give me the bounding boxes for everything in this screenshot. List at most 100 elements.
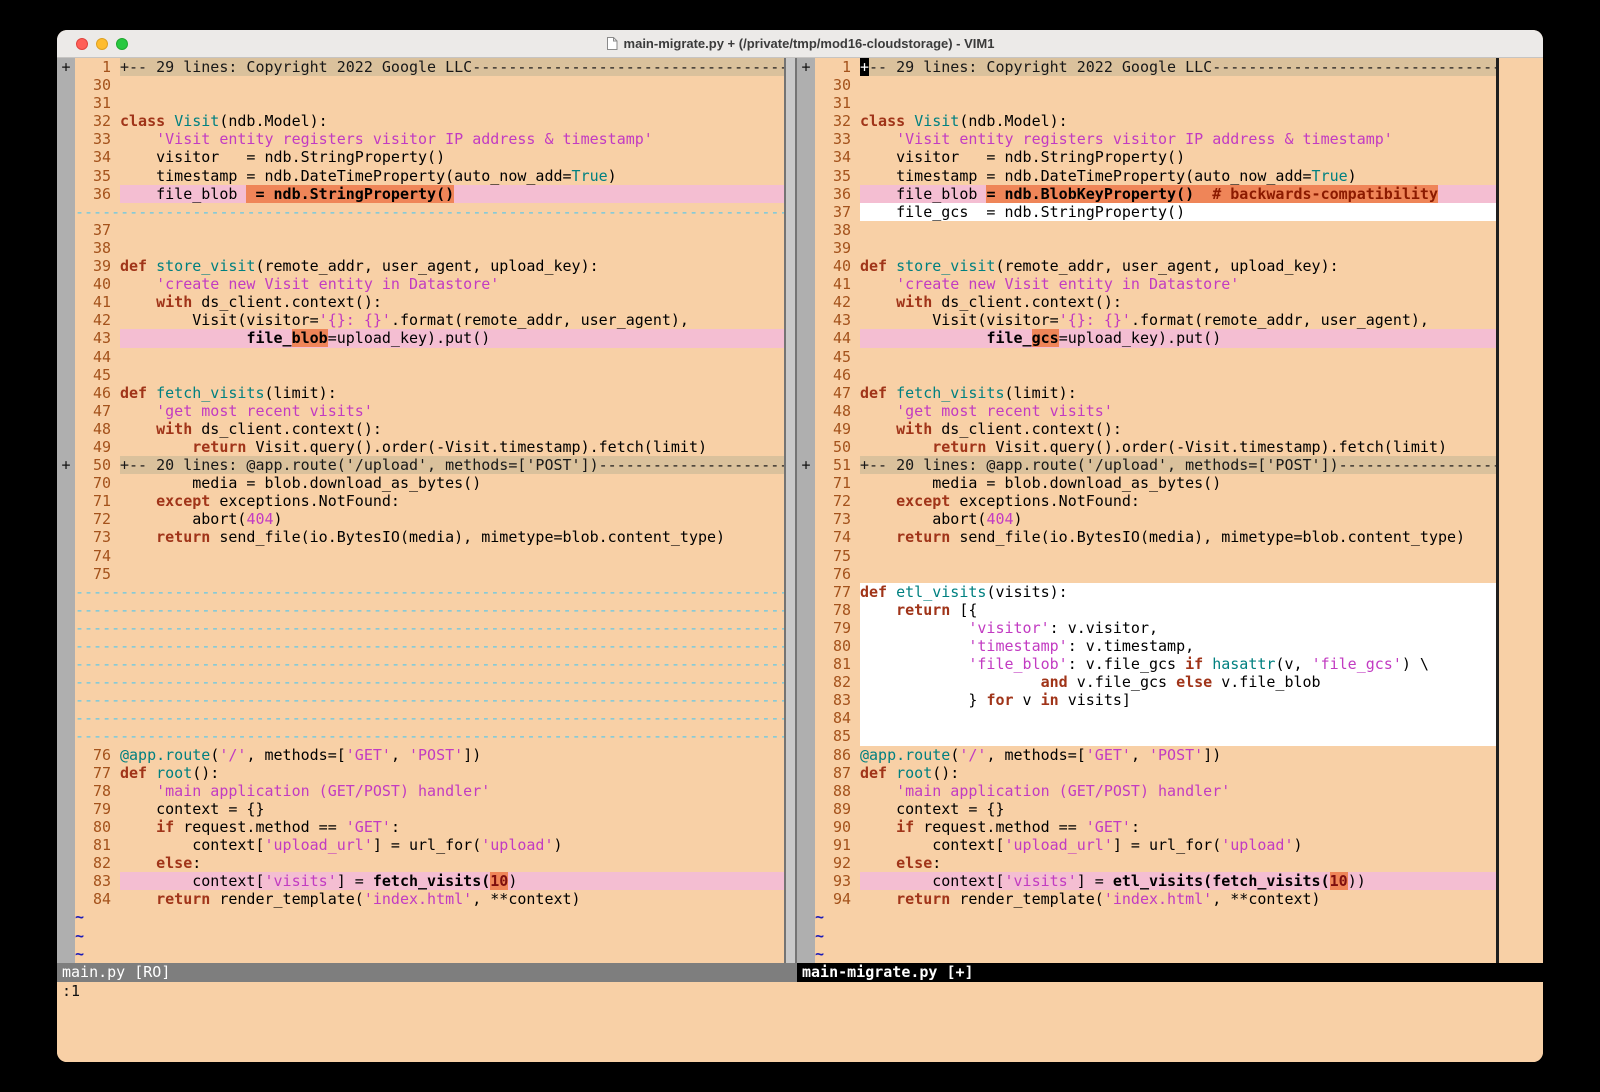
code-line[interactable]: 70 media = blob.download_as_bytes() xyxy=(57,474,784,492)
code-line[interactable]: 49 with ds_client.context(): xyxy=(797,420,1496,438)
code-line[interactable]: 91 context['upload_url'] = url_for('uplo… xyxy=(797,836,1496,854)
code-line[interactable]: 41 with ds_client.context(): xyxy=(57,293,784,311)
code-line[interactable]: 49 return Visit.query().order(-Visit.tim… xyxy=(57,438,784,456)
syntax-token: ] = xyxy=(1077,872,1113,890)
code-line[interactable]: 71 except exceptions.NotFound: xyxy=(57,492,784,510)
code-line[interactable]: 42 Visit(visitor='{}: {}'.format(remote_… xyxy=(57,311,784,329)
code-line[interactable]: 93 context['visits'] = etl_visits(fetch_… xyxy=(797,872,1496,890)
code-line[interactable]: 88 'main application (GET/POST) handler' xyxy=(797,782,1496,800)
code-line[interactable]: 82 else: xyxy=(57,854,784,872)
fold-marker[interactable]: + xyxy=(797,456,815,474)
zoom-button[interactable] xyxy=(116,38,128,50)
code-line[interactable]: 47 'get most recent visits' xyxy=(57,402,784,420)
code-line[interactable]: 78 'main application (GET/POST) handler' xyxy=(57,782,784,800)
code-line[interactable]: 41 'create new Visit entity in Datastore… xyxy=(797,275,1496,293)
fold-line[interactable]: +51+-- 20 lines: @app.route('/upload', m… xyxy=(797,456,1496,474)
code-line[interactable]: 45 xyxy=(57,366,784,384)
code-line[interactable]: 35 timestamp = ndb.DateTimeProperty(auto… xyxy=(57,167,784,185)
pane-divider[interactable] xyxy=(784,58,797,963)
code-line[interactable]: 34 visitor = ndb.StringProperty() xyxy=(797,148,1496,166)
code-line[interactable]: 82 and v.file_gcs else v.file_blob xyxy=(797,673,1496,691)
code-line[interactable]: 78 return [{ xyxy=(797,601,1496,619)
code-line[interactable]: 34 visitor = ndb.StringProperty() xyxy=(57,148,784,166)
code-line[interactable]: 86@app.route('/', methods=['GET', 'POST'… xyxy=(797,746,1496,764)
window-titlebar[interactable]: main-migrate.py + (/private/tmp/mod16-cl… xyxy=(57,30,1543,58)
code-line[interactable]: 30 xyxy=(797,76,1496,94)
fold-marker[interactable]: + xyxy=(57,58,75,76)
code-line[interactable]: 75 xyxy=(797,547,1496,565)
code-line[interactable]: 44 xyxy=(57,348,784,366)
fold-line[interactable]: +1+-- 29 lines: Copyright 2022 Google LL… xyxy=(797,58,1496,76)
code-line[interactable]: 40def store_visit(remote_addr, user_agen… xyxy=(797,257,1496,275)
fold-column-cell xyxy=(797,927,815,945)
code-line[interactable]: 47def fetch_visits(limit): xyxy=(797,384,1496,402)
code-line[interactable]: 90 if request.method == 'GET': xyxy=(797,818,1496,836)
code-line[interactable]: 72 abort(404) xyxy=(57,510,784,528)
code-line[interactable]: 81 'file_blob': v.file_gcs if hasattr(v,… xyxy=(797,655,1496,673)
code-line[interactable]: 76@app.route('/', methods=['GET', 'POST'… xyxy=(57,746,784,764)
code-line[interactable]: 33 'Visit entity registers visitor IP ad… xyxy=(57,130,784,148)
fold-marker[interactable]: + xyxy=(797,58,815,76)
code-line[interactable]: 48 with ds_client.context(): xyxy=(57,420,784,438)
code-line[interactable]: 48 'get most recent visits' xyxy=(797,402,1496,420)
fold-line[interactable]: +50+-- 20 lines: @app.route('/upload', m… xyxy=(57,456,784,474)
code-line[interactable]: 92 else: xyxy=(797,854,1496,872)
code-line[interactable]: 83 } for v in visits] xyxy=(797,691,1496,709)
code-line[interactable]: 36 file_blob = ndb.BlobKeyProperty() # b… xyxy=(797,185,1496,203)
code-line[interactable]: 74 xyxy=(57,547,784,565)
code-line[interactable]: 39def store_visit(remote_addr, user_agen… xyxy=(57,257,784,275)
code-line[interactable]: 85 xyxy=(797,727,1496,745)
code-line[interactable]: 77def root(): xyxy=(57,764,784,782)
fold-line[interactable]: +1+-- 29 lines: Copyright 2022 Google LL… xyxy=(57,58,784,76)
minimize-button[interactable] xyxy=(96,38,108,50)
code-line[interactable]: 35 timestamp = ndb.DateTimeProperty(auto… xyxy=(797,167,1496,185)
code-line[interactable]: 43 file_blob=upload_key).put() xyxy=(57,329,784,347)
code-line[interactable]: 38 xyxy=(57,239,784,257)
code-line[interactable]: 84 xyxy=(797,709,1496,727)
code-line[interactable]: 79 'visitor': v.visitor, xyxy=(797,619,1496,637)
code-line[interactable]: 43 Visit(visitor='{}: {}'.format(remote_… xyxy=(797,311,1496,329)
line-number: 31 xyxy=(75,94,120,112)
code-line[interactable]: 31 xyxy=(57,94,784,112)
code-line[interactable]: 40 'create new Visit entity in Datastore… xyxy=(57,275,784,293)
code-line[interactable]: 32class Visit(ndb.Model): xyxy=(797,112,1496,130)
command-line[interactable]: :1 xyxy=(57,982,1543,1001)
code-line[interactable]: 38 xyxy=(797,221,1496,239)
code-line[interactable]: 46 xyxy=(797,366,1496,384)
code-line[interactable]: 87def root(): xyxy=(797,764,1496,782)
code-line[interactable]: 94 return render_template('index.html', … xyxy=(797,890,1496,908)
code-line[interactable]: 84 return render_template('index.html', … xyxy=(57,890,784,908)
code-line[interactable]: 77def etl_visits(visits): xyxy=(797,583,1496,601)
code-line[interactable]: 45 xyxy=(797,348,1496,366)
code-line[interactable]: 46def fetch_visits(limit): xyxy=(57,384,784,402)
code-line[interactable]: 36 file_blob = ndb.StringProperty() xyxy=(57,185,784,203)
fold-column-cell xyxy=(797,94,815,112)
code-line[interactable]: 80 'timestamp': v.timestamp, xyxy=(797,637,1496,655)
code-line[interactable]: 37 file_gcs = ndb.StringProperty() xyxy=(797,203,1496,221)
code-line[interactable]: 50 return Visit.query().order(-Visit.tim… xyxy=(797,438,1496,456)
code-line[interactable]: 76 xyxy=(797,565,1496,583)
code-line[interactable]: 83 context['visits'] = fetch_visits(10) xyxy=(57,872,784,890)
code-line[interactable]: 39 xyxy=(797,239,1496,257)
code-line[interactable]: 42 with ds_client.context(): xyxy=(797,293,1496,311)
code-line[interactable]: 73 abort(404) xyxy=(797,510,1496,528)
code-line[interactable]: 31 xyxy=(797,94,1496,112)
syntax-token: Visit xyxy=(914,112,959,130)
code-line[interactable]: 81 context['upload_url'] = url_for('uplo… xyxy=(57,836,784,854)
code-line[interactable]: 37 xyxy=(57,221,784,239)
code-line[interactable]: 32class Visit(ndb.Model): xyxy=(57,112,784,130)
close-button[interactable] xyxy=(76,38,88,50)
code-line[interactable]: 79 context = {} xyxy=(57,800,784,818)
code-line[interactable]: 74 return send_file(io.BytesIO(media), m… xyxy=(797,528,1496,546)
code-line[interactable]: 44 file_gcs=upload_key).put() xyxy=(797,329,1496,347)
code-line[interactable]: 30 xyxy=(57,76,784,94)
code-line[interactable]: 75 xyxy=(57,565,784,583)
code-line[interactable]: 71 media = blob.download_as_bytes() xyxy=(797,474,1496,492)
code-line[interactable]: 72 except exceptions.NotFound: xyxy=(797,492,1496,510)
line-number: 78 xyxy=(815,601,860,619)
code-line[interactable]: 89 context = {} xyxy=(797,800,1496,818)
code-line[interactable]: 33 'Visit entity registers visitor IP ad… xyxy=(797,130,1496,148)
fold-marker[interactable]: + xyxy=(57,456,75,474)
code-line[interactable]: 80 if request.method == 'GET': xyxy=(57,818,784,836)
code-line[interactable]: 73 return send_file(io.BytesIO(media), m… xyxy=(57,528,784,546)
